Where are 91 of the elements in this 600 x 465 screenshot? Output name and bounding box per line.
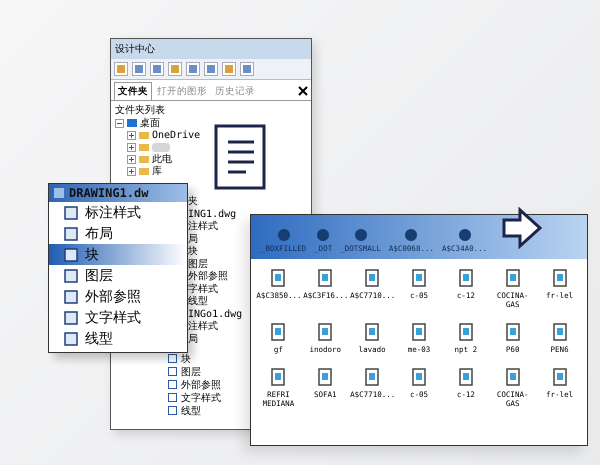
- toolbar-button[interactable]: [114, 62, 128, 76]
- list-item[interactable]: 注样式: [188, 221, 242, 234]
- tree-item[interactable]: 桌面: [140, 116, 160, 130]
- item-icon: [63, 310, 79, 326]
- block-preview-icon: [270, 323, 286, 341]
- tree-item[interactable]: 此电: [152, 152, 172, 166]
- block-preview-icon: [364, 323, 380, 341]
- list-item[interactable]: 局: [188, 334, 242, 346]
- item-icon: [63, 288, 79, 304]
- popup-item[interactable]: 图层: [49, 265, 187, 286]
- square-icon: [242, 64, 252, 74]
- popup-item[interactable]: 标注样式: [49, 202, 187, 223]
- toolbar-button[interactable]: [186, 62, 200, 76]
- list-item[interactable]: 局: [188, 234, 242, 246]
- popup-item[interactable]: 布局: [49, 223, 187, 244]
- item-icon: [63, 268, 79, 284]
- blurred-label: [152, 142, 170, 152]
- block-preview-icon: [410, 368, 427, 386]
- block-preview-icon: [317, 323, 334, 341]
- block-preview-icon: [504, 269, 521, 287]
- block-preview-icon: [458, 323, 474, 341]
- tab[interactable]: 历史记录: [212, 82, 258, 100]
- tree-item[interactable]: OneDrive: [152, 130, 200, 140]
- popup-title: DRAWING1.dw: [69, 186, 148, 200]
- toolbar-button[interactable]: [204, 62, 218, 76]
- list-item[interactable]: 外部参照: [181, 378, 221, 392]
- item-icon: [63, 330, 79, 346]
- block-preview-icon: [458, 368, 474, 386]
- list-item[interactable]: 文字样式: [181, 390, 221, 404]
- list-item[interactable]: 注样式: [188, 321, 242, 334]
- square-icon: [224, 64, 234, 74]
- toolbar-button[interactable]: [168, 62, 182, 76]
- block-preview-icon: [504, 323, 521, 341]
- block-preview-icon: [364, 269, 380, 287]
- square-icon: [134, 64, 144, 74]
- list-item[interactable]: 图层: [188, 258, 242, 271]
- list-item[interactable]: 图层: [181, 364, 201, 378]
- block-preview-icon: [458, 269, 474, 287]
- block-preview-icon: [504, 368, 521, 386]
- expand-icon[interactable]: [127, 130, 136, 140]
- list-item[interactable]: ING1.dwg: [188, 208, 242, 221]
- block-preview-icon: [317, 368, 334, 386]
- toolbar-button[interactable]: [222, 62, 236, 76]
- item-icon: [63, 226, 79, 242]
- dot-icon: [316, 228, 330, 242]
- item-icon: [63, 204, 79, 220]
- block-preview-icon: [410, 323, 427, 341]
- toolbar-button[interactable]: [240, 62, 254, 76]
- dot-icon: [276, 228, 291, 242]
- popup-item[interactable]: 块: [49, 244, 187, 265]
- block-preview-icon: [552, 323, 568, 341]
- block-preview-icon: [270, 368, 286, 386]
- close-icon: [298, 86, 308, 96]
- square-icon: [116, 64, 126, 74]
- tab[interactable]: 文件夹: [114, 82, 152, 100]
- block-preview-icon: [552, 269, 568, 287]
- square-icon: [188, 64, 198, 74]
- block-preview-icon: [317, 269, 334, 287]
- block-preview-icon: [270, 269, 286, 287]
- expand-icon[interactable]: [127, 166, 136, 176]
- block-preview-icon: [364, 368, 380, 386]
- dot-icon: [354, 228, 368, 242]
- tree-item[interactable]: 库: [152, 164, 162, 178]
- expand-icon[interactable]: [127, 142, 136, 152]
- list-item[interactable]: 块: [181, 352, 191, 366]
- block-preview-icon: [410, 269, 427, 287]
- square-icon: [152, 64, 162, 74]
- list-item[interactable]: 外部参照: [188, 271, 242, 284]
- document-icon: [214, 124, 266, 190]
- dot-icon: [458, 228, 472, 242]
- list-item[interactable]: 字样式: [188, 284, 242, 296]
- expand-icon[interactable]: [127, 154, 136, 164]
- toolbar-button[interactable]: [132, 62, 146, 76]
- collapse-icon[interactable]: [115, 118, 124, 128]
- list-item[interactable]: 块: [188, 246, 242, 258]
- window-title: 设计中心: [111, 39, 311, 59]
- list-item[interactable]: 线型: [181, 404, 201, 418]
- dot-icon: [404, 228, 418, 242]
- list-item[interactable]: 夹: [188, 196, 242, 208]
- popup-item[interactable]: 文字样式: [49, 307, 187, 328]
- popup-item[interactable]: 线型: [49, 328, 187, 349]
- toolbar-button[interactable]: [150, 62, 164, 76]
- list-header: 文件夹列表: [115, 104, 166, 117]
- item-icon: [63, 246, 79, 262]
- popup-item[interactable]: 外部参照: [49, 286, 187, 307]
- square-icon: [206, 64, 216, 74]
- tab[interactable]: 打开的图形: [154, 82, 210, 100]
- square-icon: [170, 64, 180, 74]
- list-item[interactable]: 线型: [188, 296, 242, 308]
- list-item[interactable]: INGo1.dwg: [188, 308, 242, 321]
- block-preview-icon: [552, 368, 568, 386]
